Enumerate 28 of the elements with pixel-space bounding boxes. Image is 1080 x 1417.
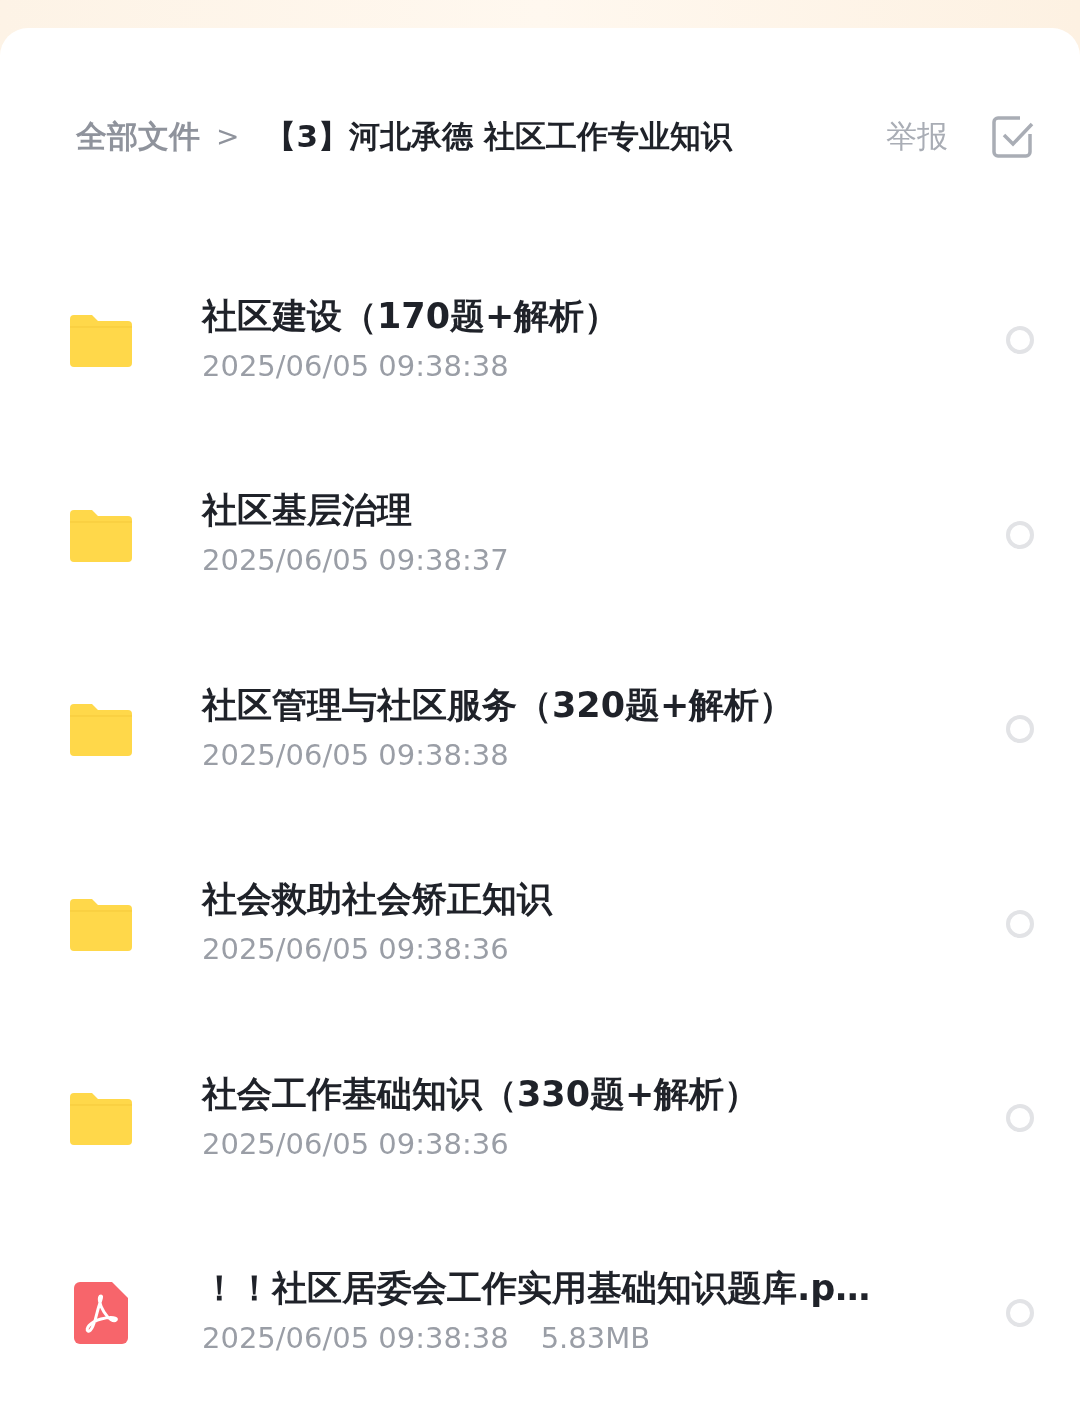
- file-name[interactable]: ！！社区居委会工作实用基础知识题库.p…: [202, 1265, 1006, 1311]
- modified-date: 2025/06/05 09:38:36: [202, 1125, 509, 1163]
- file-name[interactable]: 社区基层治理: [202, 487, 1006, 533]
- select-radio[interactable]: [1006, 909, 1034, 938]
- file-name[interactable]: 社区建设（170题+解析）: [202, 292, 1006, 339]
- file-name[interactable]: 社会工作基础知识（330题+解析）: [202, 1070, 1006, 1117]
- file-name[interactable]: 社会救助社会矫正知识: [202, 876, 1006, 922]
- modified-date: 2025/06/05 09:38:36: [202, 931, 509, 968]
- modified-date: 2025/06/05 09:38:38: [202, 1320, 509, 1357]
- folder-icon: [70, 313, 132, 368]
- file-name[interactable]: 社区管理与社区服务（320题+解析）: [202, 681, 1006, 728]
- select-radio[interactable]: [1006, 1298, 1034, 1327]
- select-radio[interactable]: [1006, 1104, 1034, 1133]
- select-radio[interactable]: [1006, 715, 1034, 744]
- modified-date: 2025/06/05 09:38:38: [202, 736, 509, 774]
- breadcrumb-separator: >: [216, 118, 240, 155]
- folder-icon: [70, 702, 132, 757]
- modified-date: 2025/06/05 09:38:38: [202, 347, 509, 385]
- select-radio[interactable]: [1006, 520, 1034, 549]
- select-radio[interactable]: [1006, 326, 1034, 355]
- folder-icon: [70, 1091, 132, 1146]
- modified-date: 2025/06/05 09:38:37: [202, 542, 509, 579]
- multi-select-icon[interactable]: [992, 115, 1034, 158]
- file-size: 5.83MB: [540, 1320, 651, 1357]
- folder-icon: [70, 896, 132, 951]
- pdf-icon: [74, 1281, 128, 1344]
- folder-icon: [70, 507, 132, 562]
- breadcrumb-current: 【3】河北承德 社区工作专业知识: [265, 117, 732, 157]
